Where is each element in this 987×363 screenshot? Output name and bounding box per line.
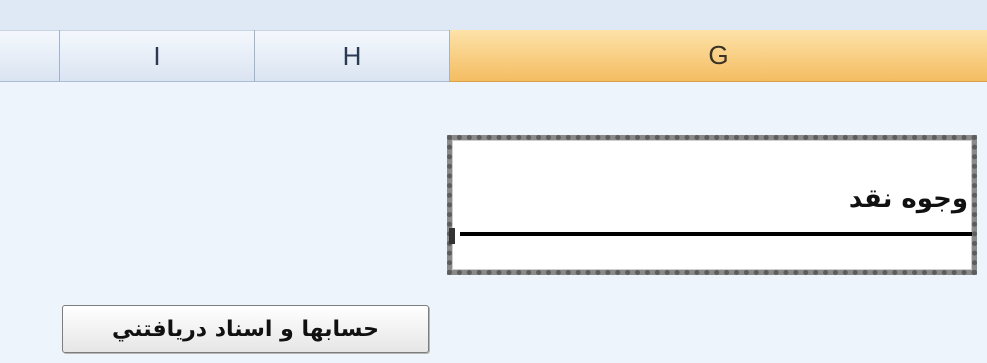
column-header-g[interactable]: G	[450, 30, 987, 82]
column-header-partial[interactable]	[0, 30, 60, 82]
toolbar-strip	[0, 0, 987, 30]
selected-cell-range[interactable]: وجوه نقد	[447, 135, 977, 275]
column-header-h[interactable]: H	[255, 30, 450, 82]
cell-bottom-border	[460, 232, 972, 236]
resize-handle[interactable]	[449, 228, 455, 244]
receivables-button[interactable]: حسابها و اسناد دريافتني	[62, 305, 429, 353]
column-header-i[interactable]: I	[60, 30, 255, 82]
cell-text: وجوه نقد	[848, 184, 968, 214]
